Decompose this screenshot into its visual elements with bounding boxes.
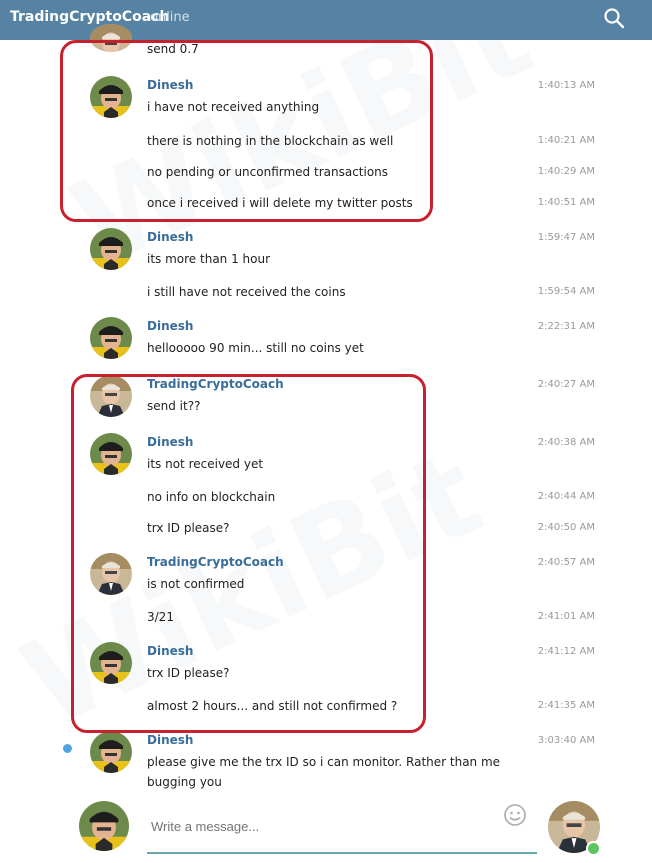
message-timestamp: 3:03:40 AM (537, 735, 595, 746)
avatar[interactable] (90, 24, 132, 52)
avatar[interactable] (90, 433, 132, 475)
message-text: no pending or unconfirmed transactions (147, 165, 389, 179)
message-timestamp: 1:40:21 AM (537, 135, 595, 146)
message-input[interactable] (147, 800, 537, 854)
avatar[interactable] (90, 375, 132, 417)
search-icon[interactable] (603, 7, 625, 29)
avatar[interactable] (90, 228, 132, 270)
message-timestamp: 2:40:44 AM (537, 491, 595, 502)
message-author[interactable]: Dinesh (147, 435, 193, 449)
avatar[interactable] (90, 76, 132, 118)
message-timestamp: 2:41:12 AM (537, 646, 595, 657)
message-author[interactable]: Dinesh (147, 319, 193, 333)
message-text: no info on blockchain (147, 490, 276, 504)
message-text: there is nothing in the blockchain as we… (147, 134, 394, 148)
message-text: i still have not received the coins (147, 285, 346, 299)
message-timestamp: 2:22:31 AM (537, 321, 595, 332)
my-avatar (79, 801, 129, 851)
avatar[interactable] (90, 731, 132, 773)
avatar[interactable] (90, 642, 132, 684)
message-timestamp: 2:41:35 AM (537, 700, 595, 711)
chat-status: online (150, 10, 190, 25)
message-text: its more than 1 hour (147, 252, 271, 266)
message-author[interactable]: TradingCryptoCoach (147, 377, 284, 391)
message-timestamp: 2:40:50 AM (537, 522, 595, 533)
message-text: its not received yet (147, 457, 264, 471)
message-text: once i received i will delete my twitter… (147, 196, 413, 210)
message-text: send it?? (147, 399, 201, 413)
message-text: is not confirmed (147, 577, 245, 591)
message-text: i have not received anything (147, 100, 320, 114)
message-author[interactable]: Dinesh (147, 230, 193, 244)
message-text: send 0.7 (147, 42, 199, 56)
message-author[interactable]: TradingCryptoCoach (147, 555, 284, 569)
message-author[interactable]: Dinesh (147, 644, 193, 658)
message-timestamp: 1:40:29 AM (537, 166, 595, 177)
message-author[interactable]: Dinesh (147, 78, 193, 92)
message-timestamp: 1:59:54 AM (537, 286, 595, 297)
message-timestamp: 2:40:57 AM (537, 557, 595, 568)
message-timestamp: 1:40:51 AM (537, 197, 595, 208)
message-timestamp: 2:40:27 AM (537, 379, 595, 390)
message-timestamp: 2:40:38 AM (537, 437, 595, 448)
message-text: trx ID please? (147, 666, 230, 680)
avatar[interactable] (90, 317, 132, 359)
message-timestamp: 1:59:47 AM (537, 232, 595, 243)
emoji-icon[interactable] (503, 803, 527, 827)
online-status-icon (586, 841, 601, 856)
message-timestamp: 1:40:13 AM (537, 80, 595, 91)
message-text: please give me the trx ID so i can monit… (147, 755, 501, 769)
message-author[interactable]: Dinesh (147, 733, 193, 747)
unread-indicator (63, 744, 72, 753)
message-text: bugging you (147, 775, 222, 789)
message-text: trx ID please? (147, 521, 230, 535)
avatar[interactable] (90, 553, 132, 595)
message-text: 3/21 (147, 610, 174, 624)
message-text: hellooooo 90 min... still no coins yet (147, 341, 364, 355)
message-text: almost 2 hours... and still not confirme… (147, 699, 398, 713)
chat-title[interactable]: TradingCryptoCoach (10, 9, 169, 25)
highlight-box (60, 40, 433, 222)
message-timestamp: 2:41:01 AM (537, 611, 595, 622)
